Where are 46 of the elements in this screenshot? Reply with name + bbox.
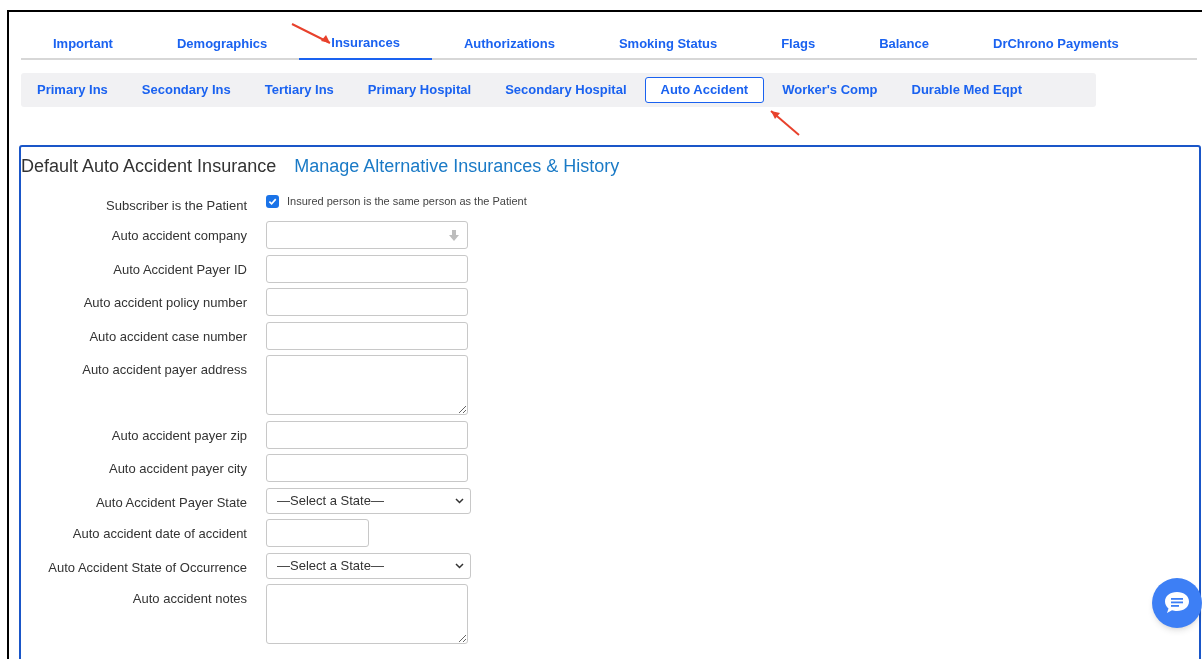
down-arrow-icon bbox=[449, 229, 459, 241]
checkbox[interactable] bbox=[266, 194, 279, 208]
field-label: Auto accident case number bbox=[89, 327, 247, 346]
field-label: Auto accident payer address bbox=[82, 361, 247, 379]
field-label: Auto Accident Payer State bbox=[95, 493, 247, 512]
field-label: Subscriber is the Patient bbox=[106, 197, 247, 215]
form-title: Default Auto Accident Insurance bbox=[21, 155, 277, 178]
input-field[interactable] bbox=[266, 254, 468, 283]
sub-tab[interactable]: Tertiary Ins bbox=[248, 77, 350, 103]
chevron-down-icon bbox=[455, 562, 464, 569]
main-tab[interactable]: Flags bbox=[749, 28, 848, 60]
state-select[interactable]: —Select a State— bbox=[266, 487, 471, 514]
field-label: Auto accident policy number bbox=[83, 294, 247, 312]
field-label: Auto Accident State of Occurrence bbox=[48, 558, 247, 577]
main-tab[interactable]: Authorizations bbox=[431, 28, 587, 60]
sub-tab[interactable]: Primary Ins bbox=[21, 77, 124, 103]
field-label: Auto accident payer city bbox=[108, 460, 247, 478]
main-tab[interactable]: Smoking Status bbox=[586, 28, 750, 60]
main-tab[interactable]: Balance bbox=[847, 28, 961, 60]
input-field[interactable] bbox=[266, 454, 468, 482]
checkbox-caption: Insured person is the same person as the Patient bbox=[287, 193, 527, 209]
field-label: Auto Accident Payer ID bbox=[113, 260, 247, 279]
chevron-down-icon bbox=[455, 497, 464, 504]
main-tab[interactable]: Important bbox=[21, 28, 145, 60]
main-tab[interactable]: DrChrono Payments bbox=[961, 28, 1151, 60]
sub-tab[interactable]: Auto Accident bbox=[644, 77, 765, 103]
chat-icon bbox=[1164, 591, 1190, 615]
input-field[interactable] bbox=[266, 420, 468, 449]
field-label: Auto accident company bbox=[111, 227, 247, 245]
manage-link[interactable]: Manage Alternative Insurances & History bbox=[294, 153, 620, 180]
text-area[interactable] bbox=[266, 355, 468, 415]
field-label: Auto accident payer zip bbox=[111, 426, 247, 445]
sub-tab[interactable]: Secondary Ins bbox=[125, 77, 247, 103]
sub-tab[interactable]: Secondary Hospital bbox=[489, 77, 643, 103]
text-area[interactable] bbox=[266, 584, 468, 644]
main-tab[interactable]: Demographics bbox=[144, 28, 300, 60]
sub-tab[interactable]: Worker's Comp bbox=[766, 77, 894, 103]
sub-tab[interactable]: Primary Hospital bbox=[351, 77, 488, 103]
date-field[interactable] bbox=[266, 519, 369, 547]
state-select[interactable]: —Select a State— bbox=[266, 552, 471, 579]
input-field[interactable] bbox=[266, 288, 468, 316]
input-field[interactable] bbox=[266, 321, 468, 350]
company-combo-field[interactable] bbox=[266, 221, 468, 249]
field-label: Auto accident notes bbox=[132, 590, 247, 608]
field-label: Auto accident date of accident bbox=[72, 525, 247, 543]
sub-tab[interactable]: Durable Med Eqpt bbox=[895, 77, 1038, 103]
